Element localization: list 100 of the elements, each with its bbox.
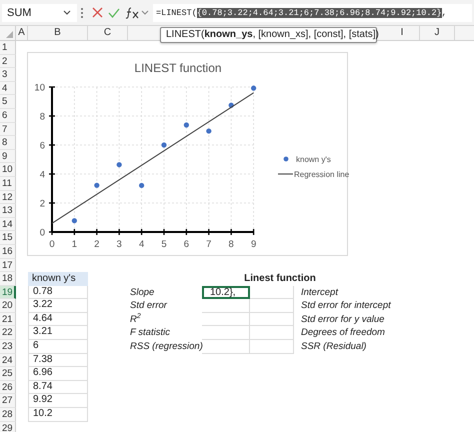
- cancel-icon[interactable]: [92, 7, 103, 18]
- table-cell: 8.74: [28, 380, 88, 394]
- column-header[interactable]: C: [88, 26, 128, 40]
- row-header[interactable]: 23: [0, 340, 16, 354]
- row-label: Degrees of freedom: [300, 326, 385, 340]
- row-header[interactable]: 25: [0, 367, 16, 381]
- axis-label: 1: [72, 239, 78, 250]
- row-header[interactable]: 2: [0, 54, 16, 68]
- axis-label: 2: [40, 198, 45, 210]
- axis-label: 2: [94, 239, 100, 250]
- table-header: known y's: [28, 272, 88, 286]
- data-point: [116, 162, 122, 168]
- row-header[interactable]: 7: [0, 122, 16, 136]
- chart-title: LINEST function: [134, 61, 222, 75]
- row-header[interactable]: 6: [0, 108, 16, 123]
- chevron-icon: [63, 10, 71, 15]
- legend-label: Regression line: [294, 170, 349, 179]
- table-cell[interactable]: [250, 312, 294, 326]
- row-header[interactable]: 8: [0, 136, 16, 150]
- row-header[interactable]: 28: [0, 408, 16, 422]
- row-header[interactable]: 29: [0, 422, 16, 432]
- row-header[interactable]: 3: [0, 68, 16, 82]
- axis-label: 8: [228, 239, 234, 250]
- table-cell: 6.96: [28, 367, 88, 381]
- axis-label: 5: [161, 239, 167, 250]
- column-header[interactable]: J: [420, 26, 455, 40]
- data-point: [184, 122, 189, 128]
- row-header[interactable]: 16: [0, 244, 16, 258]
- row-header[interactable]: 11: [0, 176, 16, 191]
- table-cell: 6: [28, 340, 88, 354]
- axis-label: 9: [250, 239, 256, 250]
- row-header[interactable]: 21: [0, 312, 16, 326]
- select-all-icon[interactable]: [6, 31, 13, 38]
- data-point: [228, 102, 234, 108]
- row-header[interactable]: 1: [0, 41, 16, 55]
- row-header[interactable]: 4: [0, 82, 16, 96]
- row-label: Std error: [129, 299, 167, 313]
- legend-label: known y's: [296, 155, 331, 164]
- row-label: RSS (regression): [129, 340, 203, 354]
- table-cell: 4.64: [28, 312, 88, 326]
- row-header[interactable]: 14: [0, 218, 16, 232]
- data-point: [94, 182, 100, 188]
- row-header[interactable]: 26: [0, 380, 16, 394]
- row-header[interactable]: 24: [0, 354, 16, 368]
- column-header[interactable]: B: [28, 26, 88, 40]
- data-point: [161, 142, 167, 148]
- table-cell[interactable]: [250, 340, 294, 354]
- row-label: SSR (Residual): [300, 340, 366, 354]
- table-cell[interactable]: [202, 299, 250, 313]
- axis-label: 4: [40, 170, 45, 180]
- row-label: Slope: [129, 286, 154, 300]
- row-header[interactable]: 15: [0, 231, 16, 245]
- axis-label: 7: [206, 239, 212, 250]
- axis-label: 6: [40, 140, 45, 152]
- row-header[interactable]: 9: [0, 150, 16, 164]
- data-point: [206, 128, 212, 134]
- table-cell[interactable]: [250, 286, 294, 300]
- row-header[interactable]: 18: [0, 272, 16, 286]
- row-header[interactable]: 27: [0, 394, 16, 408]
- table-cell[interactable]: [250, 326, 294, 340]
- table-cell: 3.22: [28, 299, 88, 313]
- table-cell[interactable]: [202, 326, 250, 340]
- row-header[interactable]: 12: [0, 190, 16, 204]
- column-header[interactable]: I: [385, 26, 420, 40]
- table-cell: 10.2: [28, 408, 88, 422]
- axis-label: 4: [138, 239, 144, 250]
- column-header[interactable]: A: [16, 26, 28, 40]
- name-box[interactable]: SUM: [2, 4, 77, 22]
- data-point: [251, 86, 256, 91]
- data-point: [72, 218, 77, 224]
- row-header[interactable]: 5: [0, 95, 16, 109]
- row-label: F statistic: [129, 326, 170, 340]
- table-cell: 7.38: [28, 354, 88, 368]
- formula-field[interactable]: =LINEST({0.78;3.22;4.64;3.21;6;7.38;6.96;8.74;9.92;10.2},: [153, 4, 472, 22]
- active-cell[interactable]: 10.2},: [202, 286, 250, 300]
- chart-area[interactable]: LINEST function 0 2 4 6 8 10 0 1 2 3 4 5 6 7 8 9 known y's Regression line: [27, 52, 348, 256]
- table-cell[interactable]: [202, 340, 250, 354]
- axis-label: 0: [49, 239, 55, 250]
- row-header[interactable]: 10: [0, 163, 16, 177]
- axis-label: 0: [40, 228, 45, 238]
- table-title: Linest function: [243, 272, 316, 286]
- row-header[interactable]: 22: [0, 326, 16, 340]
- table-cell[interactable]: [202, 312, 250, 326]
- check-icon[interactable]: [108, 8, 120, 18]
- function-icon[interactable]: [125, 6, 139, 18]
- row-label: Intercept: [300, 286, 338, 300]
- row-header[interactable]: 13: [0, 204, 16, 218]
- chevron-icon[interactable]: [141, 10, 149, 15]
- data-point: [139, 182, 144, 188]
- table-cell: 3.21: [28, 326, 88, 340]
- axis-label: 6: [184, 239, 190, 250]
- table-cell: 9.92: [28, 394, 88, 408]
- row-label: Std error for intercept: [300, 299, 391, 313]
- row-header[interactable]: 17: [0, 258, 16, 272]
- table-cell: 0.78: [28, 286, 88, 300]
- row-header[interactable]: 19: [0, 286, 16, 300]
- axis-label: 10: [34, 82, 45, 94]
- table-cell[interactable]: [250, 299, 294, 313]
- row-header[interactable]: 20: [0, 299, 16, 313]
- axis-label: 8: [40, 112, 45, 122]
